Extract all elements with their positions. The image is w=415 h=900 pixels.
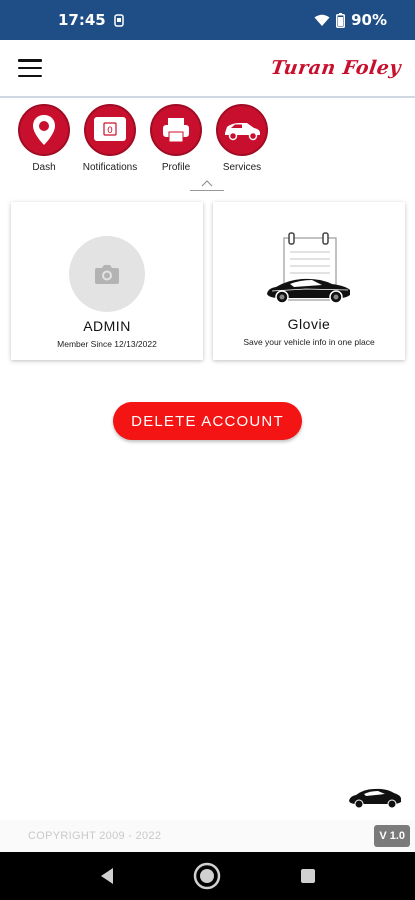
nav-label-dash: Dash (32, 162, 56, 173)
chevron-up-icon (201, 180, 213, 187)
quick-nav: Dash 0 Notifications Profile Services (0, 104, 415, 176)
nav-item-profile[interactable]: Profile (146, 104, 206, 176)
version-badge: V 1.0 (374, 825, 410, 847)
nav-label-services: Services (222, 162, 262, 173)
nav-item-services[interactable]: Services (212, 104, 272, 176)
status-right: 90% (314, 11, 387, 29)
delete-account-button[interactable]: DELETE ACCOUNT (113, 402, 302, 440)
status-left: 17:45 (58, 11, 124, 29)
camera-icon (95, 265, 119, 284)
status-time: 17:45 (58, 11, 106, 29)
avatar[interactable] (69, 236, 145, 312)
notification-bell-icon: 0 (84, 104, 136, 156)
admin-profile-card[interactable]: ADMIN Member Since 12/13/2022 (11, 202, 203, 360)
nav-label-notifications: Notifications (82, 162, 138, 173)
nav-label-profile: Profile (161, 162, 191, 173)
admin-name: ADMIN (83, 318, 131, 334)
brand-logo: Turan Foley (269, 57, 403, 79)
map-pin-icon (18, 104, 70, 156)
collapse-handle[interactable] (190, 180, 224, 194)
battery-percent: 90% (351, 11, 387, 29)
status-bar: 17:45 90% (0, 0, 415, 40)
nav-item-dash[interactable]: Dash (14, 104, 74, 176)
back-icon[interactable] (99, 867, 115, 885)
hamburger-menu-icon[interactable] (18, 59, 42, 77)
member-since: Member Since 12/13/2022 (57, 339, 157, 349)
car-icon (216, 104, 268, 156)
wifi-icon (314, 14, 330, 27)
glovie-title: Glovie (287, 316, 331, 332)
home-icon[interactable] (193, 862, 221, 890)
copyright-text: COPYRIGHT 2009 - 2022 (28, 830, 162, 842)
app-header: Turan Foley (0, 40, 415, 98)
glovie-subtitle: Save your vehicle info in one place (243, 337, 375, 347)
car-notepad-icon (267, 232, 350, 304)
battery-icon (336, 12, 346, 28)
nav-item-notifications[interactable]: 0 Notifications (80, 104, 140, 176)
printer-icon (150, 104, 202, 156)
footer: COPYRIGHT 2009 - 2022 V 1.0 (0, 820, 415, 852)
notification-count: 0 (107, 126, 113, 136)
system-nav-bar (0, 852, 415, 900)
notification-icon (114, 13, 124, 27)
glovie-card[interactable]: Glovie Save your vehicle info in one pla… (213, 202, 405, 360)
recent-apps-icon[interactable] (300, 868, 316, 884)
car-icon (349, 788, 401, 809)
